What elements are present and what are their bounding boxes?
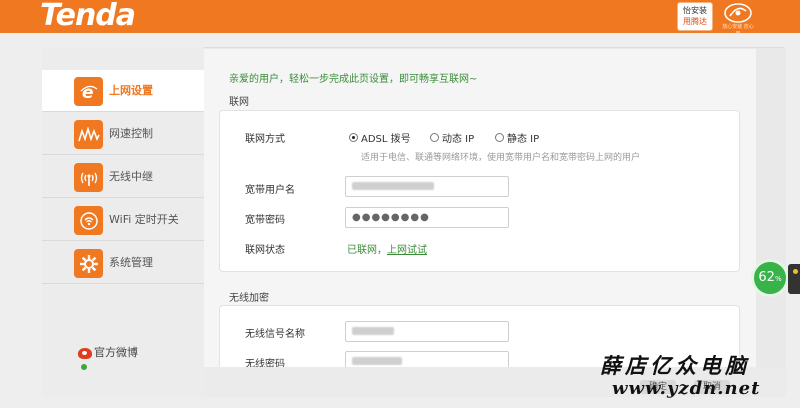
radio-label: 静态 IP: [507, 134, 540, 145]
section-title-internet: 联网: [229, 97, 249, 108]
badge-line2: 用腾达: [683, 17, 707, 26]
sidebar-item-wifi-timer[interactable]: WiFi 定时开关: [42, 199, 204, 241]
speed-wave-icon: [74, 120, 103, 149]
wireless-relay-icon: [74, 163, 103, 192]
radio-adsl[interactable]: ADSL 拨号: [349, 130, 411, 145]
sidebar-item-speed-control[interactable]: 网速控制: [42, 113, 204, 155]
try-internet-link[interactable]: 上网试试: [387, 245, 427, 256]
wifi-password-label: 无线密码: [245, 359, 285, 367]
broadband-password-input[interactable]: ●●●●●●●●: [345, 207, 509, 228]
ie-icon: e: [74, 77, 103, 106]
section-title-wireless: 无线加密: [229, 293, 269, 304]
radio-dot: [430, 133, 439, 142]
mode-radio-group: ADSL 拨号 动态 IP 静态 IP: [349, 130, 649, 145]
top-bar: Tenda 怡安装 用腾达 放心安装 放心用: [0, 0, 800, 37]
sidebar-item-wireless-relay[interactable]: 无线中继: [42, 156, 204, 198]
sidebar-item-label: WiFi 定时开关: [109, 213, 179, 226]
radio-label: ADSL 拨号: [361, 134, 411, 145]
wifi-timer-icon: [74, 206, 103, 235]
tenda-logo: Tenda: [40, 0, 136, 33]
service-emblem-icon: [724, 3, 752, 23]
speed-unit: %: [774, 275, 782, 283]
badge-line1: 怡安装: [683, 6, 707, 15]
redacted-ssid: [352, 327, 394, 335]
status-value: 已联网，: [347, 245, 387, 256]
speed-widget[interactable]: 62%: [751, 259, 789, 297]
radio-label: 动态 IP: [442, 134, 475, 145]
sidebar-item-label: 无线中继: [109, 170, 153, 183]
weibo-icon: [78, 347, 92, 359]
right-gutter: [756, 49, 786, 367]
redacted-username: [352, 182, 434, 190]
svg-text:e: e: [82, 83, 94, 102]
radio-dhcp[interactable]: 动态 IP: [430, 130, 474, 145]
status-label: 联网状态: [245, 245, 285, 256]
emblem-caption: 放心安装 放心用: [722, 24, 754, 37]
sidebar-item-label: 上网设置: [109, 84, 153, 97]
sidebar-item-label: 系统管理: [109, 256, 153, 269]
redacted-wifi-password: [352, 357, 402, 365]
radio-dot: [495, 133, 504, 142]
sidebar-item-label: 网速控制: [109, 127, 153, 140]
wechat-icon[interactable]: [81, 364, 87, 370]
content-panel: 亲爱的用户，轻松一步完成此页设置，即可畅享互联网~ 联网 联网方式 ADSL 拨…: [204, 49, 756, 367]
watermark-line1: 薛店亿众电脑: [600, 353, 750, 378]
sidebar-item-internet-settings[interactable]: e 上网设置: [42, 70, 204, 112]
mode-label: 联网方式: [245, 134, 285, 145]
weibo-link[interactable]: 官方微博: [78, 344, 138, 360]
watermark-line2: www.yzdn.net: [612, 378, 761, 399]
radio-dot: [349, 133, 358, 142]
service-emblem: 放心安装 放心用: [720, 2, 756, 37]
install-badge: 怡安装 用腾达: [677, 2, 713, 31]
radio-static-ip[interactable]: 静态 IP: [495, 130, 539, 145]
speed-value: 62: [758, 270, 775, 285]
password-label: 宽带密码: [245, 215, 285, 226]
speed-widget-tab[interactable]: [788, 264, 800, 294]
mode-hint: 适用于电信、联通等网络环境，使用宽带用户名和宽带密码上网的用户: [361, 153, 641, 163]
greeting-text: 亲爱的用户，轻松一步完成此页设置，即可畅享互联网~: [229, 74, 478, 85]
username-label: 宽带用户名: [245, 185, 295, 196]
internet-card: 联网方式 ADSL 拨号 动态 IP 静态 IP 适用于电信、联通等网络环境，使…: [219, 110, 740, 272]
sidebar-item-system-management[interactable]: 系统管理: [42, 242, 204, 284]
gear-icon: [74, 249, 103, 278]
connection-status: 已联网，上网试试: [347, 241, 427, 256]
wifi-ssid-input[interactable]: [345, 321, 509, 342]
wifi-password-input[interactable]: [345, 351, 509, 367]
ssid-label: 无线信号名称: [245, 329, 305, 340]
broadband-username-input[interactable]: [345, 176, 509, 197]
weibo-label: 官方微博: [94, 346, 138, 359]
